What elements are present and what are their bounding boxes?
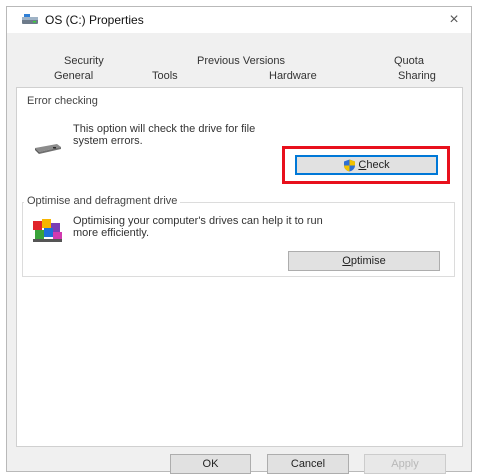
tab-general[interactable]: General	[54, 70, 93, 82]
error-checking-description-line2: system errors.	[73, 135, 143, 147]
drive-icon	[22, 14, 38, 24]
tab-row-front: General Tools Hardware Sharing	[7, 70, 471, 85]
properties-dialog: OS (C:) Properties × Security Previous V…	[6, 6, 472, 474]
cancel-button[interactable]: Cancel	[267, 454, 349, 474]
ok-button[interactable]: OK	[170, 454, 251, 474]
highlight-box	[282, 146, 450, 184]
tab-row-back: Security Previous Versions Quota	[7, 55, 471, 70]
optimise-button-mnemonic: O	[342, 255, 351, 267]
tab-quota[interactable]: Quota	[394, 55, 424, 67]
tab-hardware[interactable]: Hardware	[269, 70, 317, 82]
hard-drive-icon	[35, 144, 61, 154]
tab-previous-versions[interactable]: Previous Versions	[197, 55, 285, 67]
title-bar[interactable]: OS (C:) Properties ×	[7, 7, 471, 33]
tab-security[interactable]: Security	[64, 55, 104, 67]
optimise-description-line2: more efficiently.	[73, 227, 150, 239]
close-button[interactable]: ×	[445, 11, 463, 29]
defrag-icon	[33, 219, 62, 242]
error-checking-title: Error checking	[24, 95, 101, 107]
tab-tools[interactable]: Tools	[152, 70, 178, 82]
tab-sharing[interactable]: Sharing	[398, 70, 436, 82]
apply-button[interactable]: Apply	[364, 454, 446, 474]
window-title: OS (C:) Properties	[45, 13, 144, 27]
tools-tab-panel: Error checking This option will check th…	[16, 87, 463, 447]
optimise-button-label: ptimise	[350, 255, 386, 267]
optimise-button[interactable]: Optimise	[288, 251, 440, 271]
optimise-group: Optimise and defragment drive Optimising…	[22, 195, 455, 277]
optimise-title: Optimise and defragment drive	[24, 195, 181, 207]
